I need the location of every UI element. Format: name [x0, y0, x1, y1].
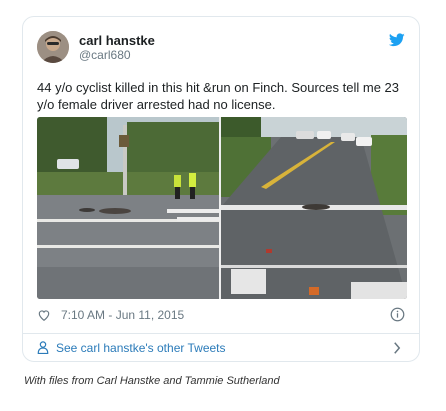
embedded-tweet-card: carl hanstke @carl680 44 y/o cyclist kil… — [22, 16, 420, 362]
info-icon[interactable] — [390, 307, 405, 322]
card-divider — [23, 333, 419, 334]
other-tweets-link-row[interactable]: See carl hanstke's other Tweets — [37, 339, 405, 359]
chevron-right-icon[interactable] — [393, 342, 401, 354]
heart-icon[interactable] — [37, 308, 51, 322]
article-caption: With files from Carl Hanstke and Tammie … — [24, 375, 280, 387]
crash-scene-photo-left[interactable] — [37, 117, 219, 299]
avatar[interactable] — [37, 31, 69, 63]
bird-icon[interactable] — [389, 33, 405, 47]
crash-scene-photo-right[interactable] — [221, 117, 407, 299]
tweet-text: 44 y/o cyclist killed in this hit &run o… — [37, 80, 399, 112]
tweet-header: carl hanstke @carl680 — [37, 31, 405, 69]
tweet-meta: 7:10 AM - Jun 11, 2015 — [37, 307, 405, 325]
tweet-timestamp[interactable]: 7:10 AM - Jun 11, 2015 — [61, 308, 184, 322]
display-name[interactable]: carl hanstke — [79, 33, 155, 48]
person-icon — [37, 341, 49, 354]
tweet-media[interactable] — [37, 117, 407, 299]
avatar-image — [37, 31, 69, 63]
author-names[interactable]: carl hanstke @carl680 — [79, 33, 155, 63]
user-handle[interactable]: @carl680 — [79, 48, 155, 63]
other-tweets-link[interactable]: See carl hanstke's other Tweets — [56, 341, 226, 355]
